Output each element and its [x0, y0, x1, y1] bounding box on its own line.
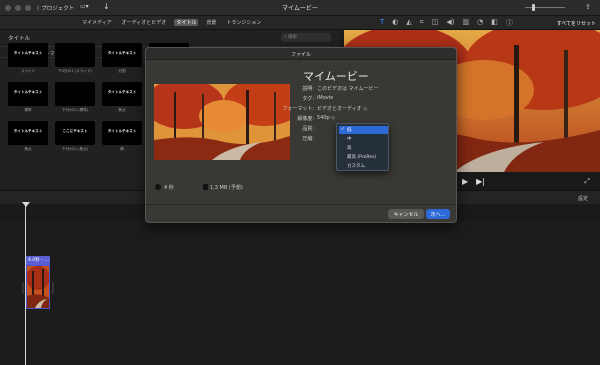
file-size-text: 1,3 MB (予想)	[210, 185, 243, 191]
tags-field[interactable]: iMovie	[317, 95, 333, 101]
resolution-select[interactable]: 540p ◇	[317, 115, 335, 121]
quality-option-label: 最高 (ProRes)	[347, 155, 377, 160]
tab-my-media[interactable]: マイメディア	[80, 19, 114, 26]
resolution-label: 解像度:	[297, 116, 314, 122]
quality-dropdown-menu: ✓ 低 中 高 最高 (ProRes) カスタム	[336, 123, 389, 171]
quality-option-best[interactable]: 最高 (ProRes)	[339, 153, 388, 161]
duration-text: 4 秒	[164, 185, 174, 191]
volume-icon[interactable]: ◀)	[446, 18, 454, 28]
export-file-dialog: ファイル マイムービー 説明: このビデオは マイムービー タグ: iMovie…	[145, 47, 457, 223]
dialog-header: ファイル	[146, 48, 456, 60]
next-button[interactable]: 次へ...	[426, 209, 450, 219]
movie-title[interactable]: マイムービー	[303, 68, 369, 84]
adjustment-toolbar: T ◐ ◭ ⌗ ◫ ◀) ▥ ◔ ◧ ⓘ	[380, 18, 513, 28]
tab-titles[interactable]: タイトル	[174, 19, 199, 26]
media-tabs: マイメディア オーディオとビデオ タイトル 背景 トランジション	[80, 19, 263, 26]
cancel-button[interactable]: キャンセル	[388, 209, 424, 219]
timeline-zoom-knob[interactable]	[532, 4, 535, 11]
description-field[interactable]: このビデオは マイムービー	[317, 85, 379, 92]
clip-handle-right[interactable]	[52, 282, 54, 294]
format-label: フォーマット:	[282, 106, 314, 112]
title-tool-icon[interactable]: T	[380, 18, 384, 28]
crop-icon[interactable]: ⌗	[420, 18, 424, 28]
reset-all-button[interactable]: すべてをリセット	[557, 20, 596, 27]
speed-icon[interactable]: ◔	[477, 18, 483, 28]
content-tabbar: マイメディア オーディオとビデオ タイトル 背景 トランジション T ◐ ◭ ⌗…	[0, 16, 600, 30]
tab-audio-video[interactable]: オーディオとビデオ	[120, 19, 169, 26]
tab-transitions[interactable]: トランジション	[224, 19, 263, 26]
clip-filter-icon[interactable]: ◧	[491, 18, 498, 28]
quality-label: 品質:	[302, 126, 314, 132]
description-label: 説明:	[302, 86, 314, 92]
color-balance-icon[interactable]: ◐	[392, 18, 398, 28]
stabilization-icon[interactable]: ◫	[432, 18, 439, 28]
noise-reduction-icon[interactable]: ▥	[462, 18, 469, 28]
quality-option-label: 低	[347, 128, 352, 133]
title-clip[interactable]: 4.0秒 – ...	[26, 256, 50, 265]
quality-option-high[interactable]: 高	[339, 144, 388, 152]
tab-backgrounds[interactable]: 背景	[204, 19, 218, 26]
share-icon[interactable]: ⇪	[585, 3, 591, 11]
dialog-title: ファイル	[290, 52, 311, 58]
timeline-zoom-slider[interactable]	[525, 7, 565, 8]
clip-handle-left[interactable]	[22, 282, 24, 294]
quality-option-label: カスタム	[347, 164, 365, 169]
tags-label: タグ:	[302, 96, 314, 102]
quality-option-custom[interactable]: カスタム	[339, 162, 388, 170]
quality-option-low[interactable]: ✓ 低	[339, 126, 388, 134]
quality-option-label: 中	[347, 137, 352, 142]
compression-label: 圧縮:	[302, 136, 314, 142]
dialog-divider	[146, 204, 456, 205]
quality-option-label: 高	[347, 146, 352, 151]
duration-icon	[155, 184, 161, 190]
video-clip[interactable]	[26, 265, 50, 309]
window-titlebar: 〈 プロジェクト ▭▾ ↓ マイムービー ⇪	[0, 0, 600, 16]
file-size-icon	[203, 184, 208, 190]
checkmark-icon: ✓	[341, 127, 345, 132]
timeline[interactable]	[0, 204, 600, 365]
format-select[interactable]: ビデオとオーディオ ◇	[317, 105, 367, 112]
quality-option-medium[interactable]: 中	[339, 135, 388, 143]
window-title: マイムービー	[282, 5, 318, 12]
color-correction-icon[interactable]: ◭	[406, 18, 411, 28]
clip-thumbnail	[26, 266, 50, 308]
info-icon[interactable]: ⓘ	[506, 18, 513, 28]
